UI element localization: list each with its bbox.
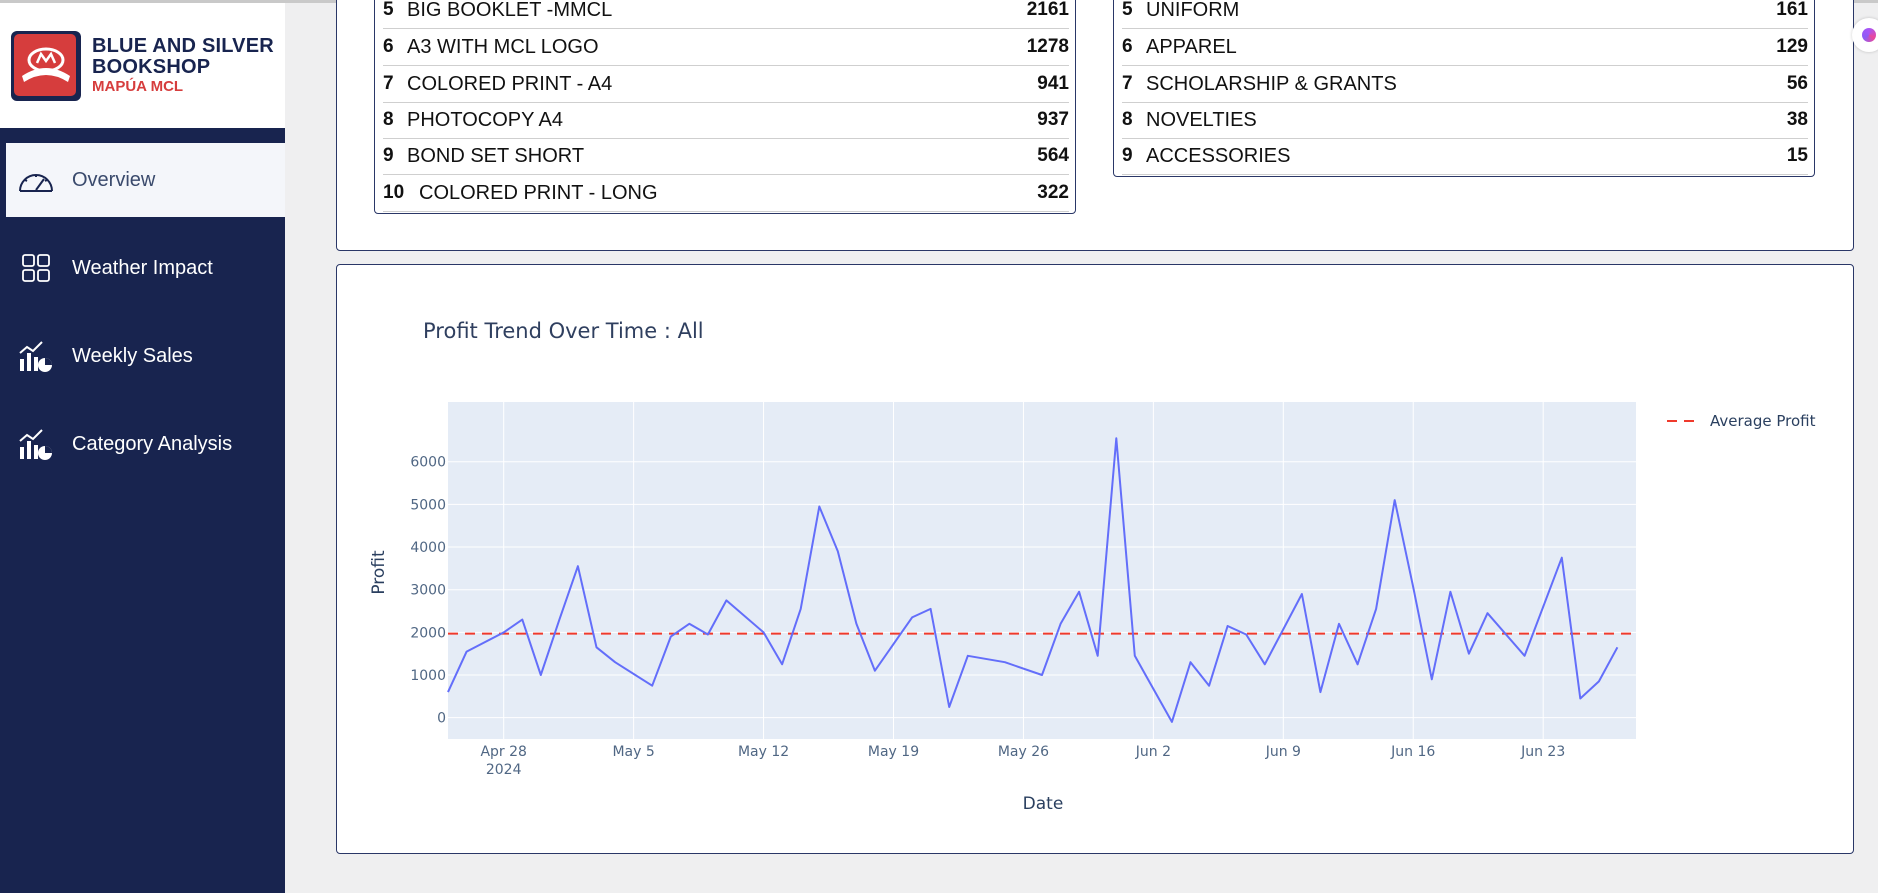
row-name: NOVELTIES <box>1146 108 1257 131</box>
table-row: 5 BIG BOOKLET -MMCL 2161 <box>383 0 1069 29</box>
row-rank: 6 <box>1122 36 1133 57</box>
row-value: 129 <box>1776 36 1808 57</box>
row-value: 941 <box>1037 73 1069 94</box>
nav-item-weather-impact[interactable]: Weather Impact <box>6 231 285 305</box>
top-products-table: 5 BIG BOOKLET -MMCL 2161 6 A3 WITH MCL L… <box>374 0 1076 214</box>
row-value: 38 <box>1786 109 1808 130</box>
row-value: 322 <box>1037 182 1069 203</box>
nav-item-label: Weekly Sales <box>72 344 193 367</box>
nav-item-overview[interactable]: Overview <box>6 143 285 217</box>
profit-trend-panel <box>336 264 1854 854</box>
row-name: A3 WITH MCL LOGO <box>407 35 599 58</box>
row-name: APPAREL <box>1146 35 1237 58</box>
table-row: 6 APPAREL 129 <box>1122 29 1808 66</box>
nav-item-label: Overview <box>72 168 156 191</box>
row-rank: 9 <box>383 145 394 166</box>
grid-icon <box>16 248 56 288</box>
row-rank: 9 <box>1122 145 1133 166</box>
table-row: 9 BOND SET SHORT 564 <box>383 138 1069 175</box>
chart-icon <box>16 424 56 464</box>
row-rank: 8 <box>383 109 394 130</box>
table-row: 8 NOVELTIES 38 <box>1122 102 1808 139</box>
row-value: 161 <box>1776 0 1808 20</box>
brand-name-line2: BOOKSHOP <box>92 56 211 78</box>
top-categories-table: 5 UNIFORM 161 6 APPAREL 129 7 SCHOLARSHI… <box>1113 0 1815 177</box>
extension-button[interactable] <box>1852 18 1878 52</box>
bookshop-logo-icon <box>11 31 81 101</box>
table-row: 8 PHOTOCOPY A4 937 <box>383 102 1069 139</box>
row-name: COLORED PRINT - LONG <box>419 181 658 204</box>
row-value: 937 <box>1037 109 1069 130</box>
table-row: 10 COLORED PRINT - LONG 322 <box>383 175 1069 212</box>
row-value: 1278 <box>1026 36 1069 57</box>
row-value: 2161 <box>1026 0 1069 20</box>
row-rank: 5 <box>383 0 394 20</box>
row-rank: 7 <box>1122 73 1133 94</box>
nav-item-category-analysis[interactable]: Category Analysis <box>6 407 285 481</box>
brand-header: BLUE AND SILVER BOOKSHOP MAPÚA MCL <box>0 3 285 128</box>
table-row: 7 SCHOLARSHIP & GRANTS 56 <box>1122 66 1808 103</box>
row-name: ACCESSORIES <box>1146 144 1291 167</box>
row-name: BOND SET SHORT <box>407 144 585 167</box>
table-row: 7 COLORED PRINT - A4 941 <box>383 66 1069 103</box>
row-value: 56 <box>1786 73 1808 94</box>
extension-icon <box>1862 28 1876 42</box>
nav-item-label: Category Analysis <box>72 432 233 455</box>
table-row: 6 A3 WITH MCL LOGO 1278 <box>383 29 1069 66</box>
row-value: 564 <box>1037 145 1069 166</box>
gauge-icon <box>16 160 56 200</box>
table-row: 9 ACCESSORIES 15 <box>1122 138 1808 175</box>
brand-name-line1: BLUE AND SILVER <box>92 35 274 57</box>
row-name: SCHOLARSHIP & GRANTS <box>1146 72 1397 95</box>
row-name: COLORED PRINT - A4 <box>407 72 613 95</box>
table-row: 5 UNIFORM 161 <box>1122 0 1808 29</box>
row-rank: 10 <box>383 182 405 203</box>
brand-subtitle: MAPÚA MCL <box>92 78 184 95</box>
row-rank: 7 <box>383 73 394 94</box>
row-rank: 6 <box>383 36 394 57</box>
row-name: PHOTOCOPY A4 <box>407 108 563 131</box>
row-name: BIG BOOKLET -MMCL <box>407 0 613 21</box>
chart-icon <box>16 336 56 376</box>
row-rank: 5 <box>1122 0 1133 20</box>
row-name: UNIFORM <box>1146 0 1240 21</box>
nav-item-weekly-sales[interactable]: Weekly Sales <box>6 319 285 393</box>
sidebar: BLUE AND SILVER BOOKSHOP MAPÚA MCL Overv… <box>0 3 285 893</box>
nav-item-label: Weather Impact <box>72 256 213 279</box>
row-value: 15 <box>1786 145 1808 166</box>
brand-name: BLUE AND SILVER BOOKSHOP <box>92 36 274 78</box>
row-rank: 8 <box>1122 109 1133 130</box>
chart-title: Profit Trend Over Time : All <box>423 319 704 343</box>
